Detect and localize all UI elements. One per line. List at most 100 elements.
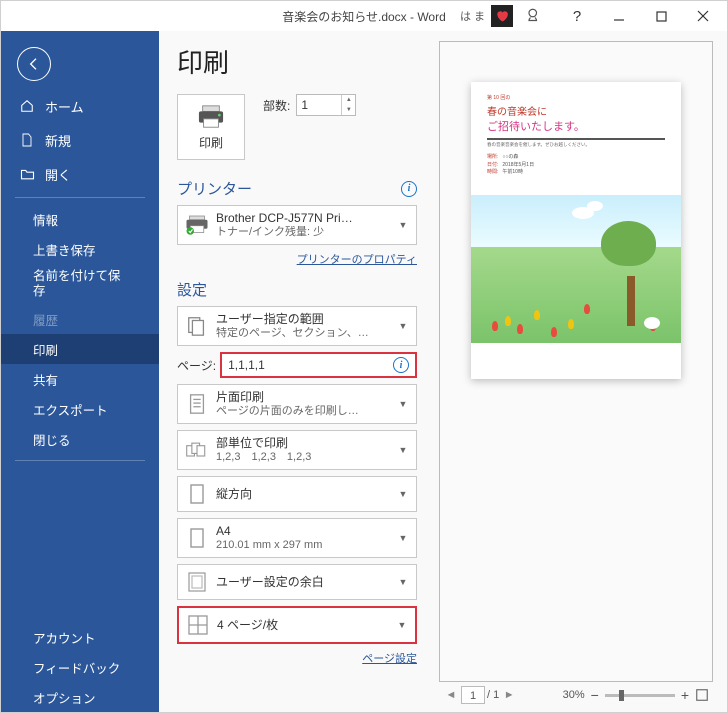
printer-device-icon <box>184 212 210 238</box>
doc-smallred: 第 10 回の <box>487 94 665 101</box>
sides-title: 片面印刷 <box>216 390 396 405</box>
page-total: / 1 <box>487 689 499 701</box>
pages-range-icon <box>184 313 210 339</box>
four-up-icon <box>185 612 211 638</box>
printer-heading: プリンター <box>177 178 252 199</box>
margins-select[interactable]: ユーザー設定の余白 ▼ <box>177 564 417 600</box>
print-range-select[interactable]: ユーザー指定の範囲 特定のページ、セクション、… ▼ <box>177 306 417 346</box>
fit-page-icon[interactable] <box>695 688 709 702</box>
sidebar-item-save[interactable]: 上書き保存 <box>1 234 159 264</box>
sidebar-item-home[interactable]: ホーム <box>1 89 159 123</box>
chevron-down-icon: ▼ <box>396 445 410 455</box>
chevron-down-icon: ▼ <box>396 533 410 543</box>
spinner-up-icon[interactable]: ▲ <box>341 95 355 105</box>
chevron-down-icon: ▼ <box>396 489 410 499</box>
doc-tagline: 春の音楽音楽会を催します。ぜひお越しください。 <box>487 142 665 148</box>
home-icon <box>19 99 35 113</box>
open-icon <box>19 168 35 180</box>
size-title: A4 <box>216 524 396 539</box>
page-number-input[interactable]: 1 <box>461 686 485 704</box>
sidebar-item-account[interactable]: アカウント <box>1 622 159 652</box>
print-preview: 第 10 回の 春の音楽会に ご招待いたします。 春の音楽音楽会を催します。ぜひ… <box>439 41 713 682</box>
sidebar-item-info[interactable]: 情報 <box>1 204 159 234</box>
minimize-button[interactable] <box>599 1 639 31</box>
range-title: ユーザー指定の範囲 <box>216 312 396 327</box>
pages-label: ページ: <box>177 357 216 374</box>
copies-value: 1 <box>301 98 308 112</box>
zoom-value: 30% <box>563 689 585 701</box>
collate-title: 部単位で印刷 <box>216 436 396 451</box>
new-icon <box>19 133 35 147</box>
user-name: は ま <box>460 8 485 24</box>
margins-icon <box>184 569 210 595</box>
page-setup-link[interactable]: ページ設定 <box>362 653 417 665</box>
help-icon[interactable]: ? <box>557 1 597 31</box>
print-button[interactable]: 印刷 <box>177 94 245 160</box>
perpage-title: 4 ページ/枚 <box>217 618 395 633</box>
zoom-in-button[interactable]: + <box>681 687 689 703</box>
sidebar-item-share[interactable]: 共有 <box>1 364 159 394</box>
document-preview: 第 10 回の 春の音楽会に ご招待いたします。 春の音楽音楽会を催します。ぜひ… <box>471 82 681 379</box>
copies-label: 部数: <box>263 97 290 114</box>
sides-sub: ページの片面のみを印刷し… <box>216 405 396 419</box>
sidebar-item-history: 履歴 <box>1 304 159 334</box>
sidebar-item-print[interactable]: 印刷 <box>1 334 159 364</box>
orientation-title: 縦方向 <box>216 487 396 502</box>
printer-select[interactable]: Brother DCP-J577N Pri… トナー/インク残量: 少 ▼ <box>177 205 417 245</box>
sidebar-label-open: 開く <box>45 165 71 184</box>
margins-title: ユーザー設定の余白 <box>216 575 396 590</box>
single-side-icon <box>184 391 210 417</box>
sidebar-label-new: 新規 <box>45 131 71 150</box>
doc-line1: 春の音楽会に <box>487 103 665 118</box>
page-title: 印刷 <box>177 43 417 80</box>
sidebar-label-home: ホーム <box>45 97 84 116</box>
collate-select[interactable]: 部単位で印刷 1,2,3 1,2,3 1,2,3 ▼ <box>177 430 417 470</box>
sidebar-item-saveas[interactable]: 名前を付けて保存 <box>1 264 159 304</box>
sides-select[interactable]: 片面印刷 ページの片面のみを印刷し… ▼ <box>177 384 417 424</box>
prev-page-button[interactable]: ◄ <box>443 689 459 701</box>
printer-info-icon[interactable]: i <box>401 181 417 197</box>
window-title: 音楽会のお知らせ.docx - Word <box>282 8 446 25</box>
close-button[interactable] <box>683 1 723 31</box>
spinner-down-icon[interactable]: ▼ <box>341 105 355 115</box>
tell-me-icon[interactable] <box>515 1 555 31</box>
pages-value: 1,1,1,1 <box>228 358 265 372</box>
sidebar-item-export[interactable]: エクスポート <box>1 394 159 424</box>
chevron-down-icon: ▼ <box>396 220 410 230</box>
sidebar-item-close[interactable]: 閉じる <box>1 424 159 454</box>
sidebar-item-feedback[interactable]: フィードバック <box>1 652 159 682</box>
back-button[interactable] <box>17 47 51 81</box>
doc-line2: ご招待いたします。 <box>487 118 665 134</box>
settings-heading: 設定 <box>177 279 207 300</box>
paper-size-icon <box>184 525 210 551</box>
copies-spinner[interactable]: 1 ▲▼ <box>296 94 356 116</box>
printer-icon <box>196 104 226 130</box>
chevron-down-icon: ▼ <box>396 577 410 587</box>
zoom-slider[interactable] <box>605 694 675 697</box>
printer-properties-link[interactable]: プリンターのプロパティ <box>297 254 417 266</box>
portrait-icon <box>184 481 210 507</box>
pages-info-icon[interactable]: i <box>393 357 409 373</box>
pages-input[interactable]: 1,1,1,1 i <box>220 352 417 378</box>
collate-icon <box>184 437 210 463</box>
sidebar-item-new[interactable]: 新規 <box>1 123 159 157</box>
orientation-select[interactable]: 縦方向 ▼ <box>177 476 417 512</box>
avatar[interactable] <box>491 5 513 27</box>
chevron-down-icon: ▼ <box>396 399 410 409</box>
collate-sub: 1,2,3 1,2,3 1,2,3 <box>216 451 396 465</box>
size-sub: 210.01 mm x 297 mm <box>216 539 396 553</box>
printer-name: Brother DCP-J577N Pri… <box>216 211 396 226</box>
printer-status: トナー/インク残量: 少 <box>216 226 396 240</box>
chevron-down-icon: ▼ <box>395 620 409 630</box>
zoom-out-button[interactable]: − <box>591 687 599 703</box>
print-button-label: 印刷 <box>199 134 223 151</box>
backstage-sidebar: ホーム 新規 開く 情報 上書き保存 名前を付けて保存 履歴 印刷 共有 エクス… <box>1 31 159 712</box>
chevron-down-icon: ▼ <box>396 321 410 331</box>
papersize-select[interactable]: A4 210.01 mm x 297 mm ▼ <box>177 518 417 558</box>
next-page-button[interactable]: ► <box>501 689 517 701</box>
maximize-button[interactable] <box>641 1 681 31</box>
sidebar-item-open[interactable]: 開く <box>1 157 159 191</box>
range-sub: 特定のページ、セクション、… <box>216 327 396 341</box>
pages-per-sheet-select[interactable]: 4 ページ/枚 ▼ <box>177 606 417 644</box>
sidebar-item-options[interactable]: オプション <box>1 682 159 712</box>
